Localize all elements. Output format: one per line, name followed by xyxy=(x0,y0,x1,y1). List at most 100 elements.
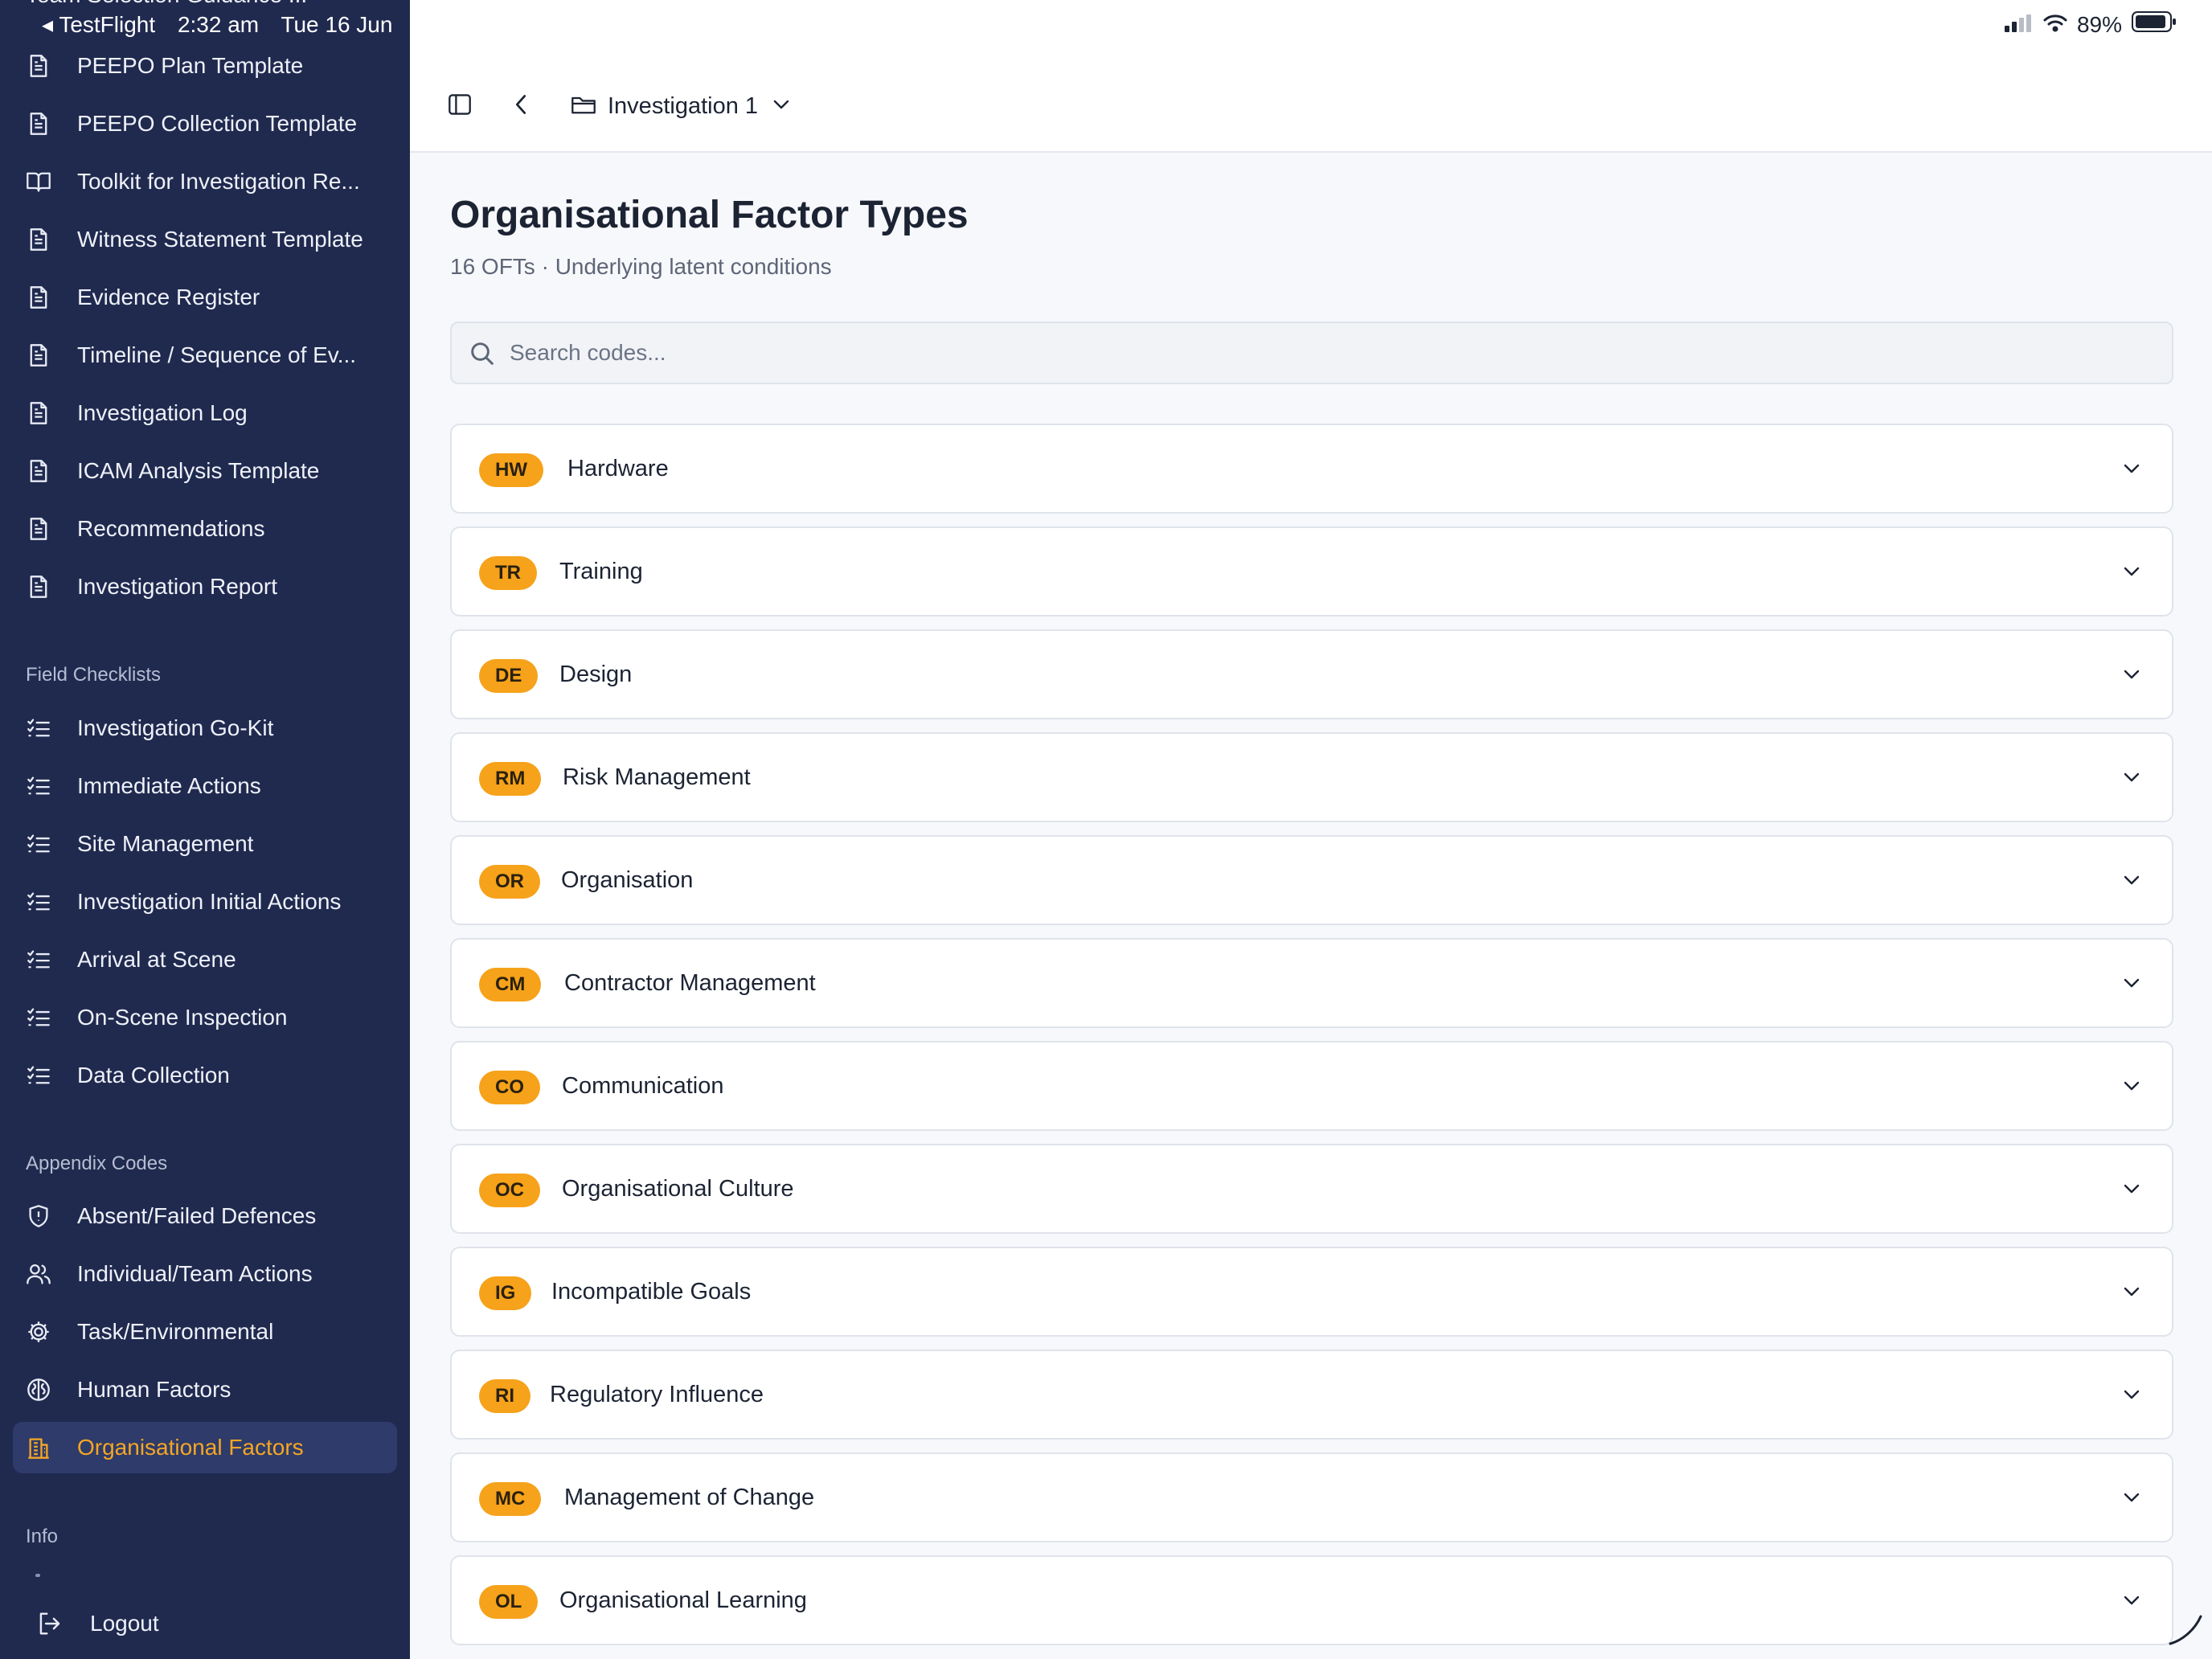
sidebar-item-label: ICAM Analysis Template xyxy=(77,458,320,483)
document-icon xyxy=(26,285,51,310)
building-icon xyxy=(26,1435,51,1460)
brain-icon xyxy=(26,1377,51,1403)
sidebar-item-peepo-collection[interactable]: PEEPO Collection Template xyxy=(13,98,397,150)
sidebar-item-label: Organisational Factors xyxy=(77,1435,304,1460)
gear-icon xyxy=(26,1319,51,1345)
code-row-hw[interactable]: HW Hardware xyxy=(450,424,2173,514)
sidebar-item-label: Toolkit for Investigation Re... xyxy=(77,169,360,194)
chevron-down-icon[interactable] xyxy=(2119,456,2144,481)
code-row-or[interactable]: OR Organisation xyxy=(450,835,2173,925)
chevron-down-icon[interactable] xyxy=(2119,764,2144,790)
document-icon xyxy=(26,53,51,79)
battery-percent: 89% xyxy=(2076,11,2122,37)
sidebar-item-evidence-register[interactable]: Evidence Register xyxy=(13,272,397,323)
chevron-down-icon[interactable] xyxy=(2119,867,2144,893)
top-bar: Investigation 1 xyxy=(410,0,2212,153)
battery-icon xyxy=(2132,11,2177,38)
sidebar-item-label: Human Factors xyxy=(77,1377,231,1402)
sidebar-item-site-management[interactable]: Site Management xyxy=(13,818,397,870)
sidebar-item-absent-failed-defences[interactable]: Absent/Failed Defences xyxy=(13,1190,397,1242)
chevron-down-icon[interactable] xyxy=(2119,970,2144,996)
sidebar-item-label: Investigation Report xyxy=(77,574,278,599)
sidebar-item-label: Evidence Register xyxy=(77,285,260,309)
chevron-down-icon[interactable] xyxy=(2119,1176,2144,1202)
chevron-down-icon[interactable] xyxy=(2119,1587,2144,1613)
code-name: Organisational Culture xyxy=(562,1176,794,1202)
sidebar-item-cut[interactable]: Team Selection Guidance ... xyxy=(26,0,307,8)
sidebar-item-go-kit[interactable]: Investigation Go-Kit xyxy=(13,703,397,754)
sidebar-item-icam-analysis[interactable]: ICAM Analysis Template xyxy=(13,445,397,497)
code-row-ri[interactable]: RI Regulatory Influence xyxy=(450,1350,2173,1440)
chevron-down-icon[interactable] xyxy=(2119,1485,2144,1510)
resize-handle-icon xyxy=(2165,1612,2206,1651)
section-heading-field-checklists: Field Checklists xyxy=(26,664,162,686)
code-badge: HW xyxy=(479,453,543,487)
toggle-sidebar-button[interactable] xyxy=(444,90,476,122)
code-badge: DE xyxy=(479,659,539,693)
sidebar-item-label: Investigation Initial Actions xyxy=(77,889,342,914)
status-time: 2:32 am xyxy=(177,12,260,37)
sidebar-item-investigation-log[interactable]: Investigation Log xyxy=(13,387,397,439)
search-box xyxy=(450,322,2173,384)
code-row-tr[interactable]: TR Training xyxy=(450,526,2173,616)
chevron-down-icon[interactable] xyxy=(2119,1279,2144,1305)
sidebar-item-human-factors[interactable]: Human Factors xyxy=(13,1364,397,1415)
section-heading-info: Info xyxy=(26,1526,59,1547)
chevron-down-icon xyxy=(772,99,790,114)
code-badge: MC xyxy=(479,1482,542,1516)
code-row-ol[interactable]: OL Organisational Learning xyxy=(450,1555,2173,1645)
sidebar-item-task-environmental[interactable]: Task/Environmental xyxy=(13,1306,397,1358)
back-button[interactable] xyxy=(505,90,537,122)
sidebar-item-label: Data Collection xyxy=(77,1063,230,1088)
code-name: Organisational Learning xyxy=(559,1587,807,1613)
sidebar-item-witness-statement[interactable]: Witness Statement Template xyxy=(13,214,397,265)
code-badge: CM xyxy=(479,968,542,1002)
sidebar-item-organisational-factors[interactable]: Organisational Factors xyxy=(13,1422,397,1473)
sidebar-item-on-scene-inspection[interactable]: On-Scene Inspection xyxy=(13,992,397,1043)
search-input[interactable] xyxy=(510,323,2149,383)
code-badge: RM xyxy=(479,762,542,796)
sidebar-item-label: Site Management xyxy=(77,831,254,856)
page-title: Organisational Factor Types xyxy=(450,194,969,236)
sidebar-item-immediate-actions[interactable]: Immediate Actions xyxy=(13,760,397,812)
investigation-selector[interactable]: Investigation 1 xyxy=(571,87,790,125)
code-list: HW Hardware TR Training DE Design RM Ris… xyxy=(450,424,2173,1658)
sidebar-item-peepo-plan[interactable]: PEEPO Plan Template xyxy=(13,40,397,92)
code-row-cm[interactable]: CM Contractor Management xyxy=(450,938,2173,1028)
sidebar-item-timeline[interactable]: Timeline / Sequence of Ev... xyxy=(13,330,397,381)
sidebar-item-arrival-at-scene[interactable]: Arrival at Scene xyxy=(13,934,397,985)
code-row-rm[interactable]: RM Risk Management xyxy=(450,732,2173,822)
sidebar: Team Selection Guidance ... PEEPO Plan T… xyxy=(0,0,410,1659)
testflight-back-link[interactable]: ◂ TestFlight xyxy=(42,12,155,37)
status-bar-left: ◂ TestFlight 2:32 am Tue 16 Jun xyxy=(42,11,408,38)
logout-icon xyxy=(37,1611,63,1641)
chevron-down-icon[interactable] xyxy=(2119,1073,2144,1099)
sidebar-item-investigation-report[interactable]: Investigation Report xyxy=(13,561,397,612)
checklist-icon xyxy=(26,1063,51,1088)
chevron-down-icon[interactable] xyxy=(2119,662,2144,687)
code-row-oc[interactable]: OC Organisational Culture xyxy=(450,1144,2173,1234)
sidebar-item-initial-actions[interactable]: Investigation Initial Actions xyxy=(13,876,397,928)
sidebar-item-data-collection[interactable]: Data Collection xyxy=(13,1050,397,1101)
sidebar-item-individual-team-actions[interactable]: Individual/Team Actions xyxy=(13,1248,397,1300)
chevron-down-icon[interactable] xyxy=(2119,559,2144,584)
document-icon xyxy=(26,227,51,252)
code-badge: OC xyxy=(479,1174,540,1207)
sidebar-item-recommendations[interactable]: Recommendations xyxy=(13,503,397,555)
code-row-ig[interactable]: IG Incompatible Goals xyxy=(450,1247,2173,1337)
code-name: Management of Change xyxy=(564,1485,815,1510)
code-row-de[interactable]: DE Design xyxy=(450,629,2173,719)
chevron-down-icon[interactable] xyxy=(2119,1382,2144,1407)
sidebar-item-toolkit[interactable]: Toolkit for Investigation Re... xyxy=(13,156,397,207)
page-subtitle: 16 OFTs · Underlying latent conditions xyxy=(450,254,832,279)
code-badge: RI xyxy=(479,1379,530,1413)
sidebar-item-label: Task/Environmental xyxy=(77,1319,274,1344)
sidebar-item-label: Investigation Log xyxy=(77,400,248,425)
code-badge: OL xyxy=(479,1585,539,1619)
status-date: Tue 16 Jun xyxy=(281,12,393,37)
code-row-mc[interactable]: MC Management of Change xyxy=(450,1452,2173,1542)
folder-icon xyxy=(571,94,596,119)
document-icon xyxy=(26,342,51,368)
code-row-co[interactable]: CO Communication xyxy=(450,1041,2173,1131)
document-icon xyxy=(26,111,51,137)
